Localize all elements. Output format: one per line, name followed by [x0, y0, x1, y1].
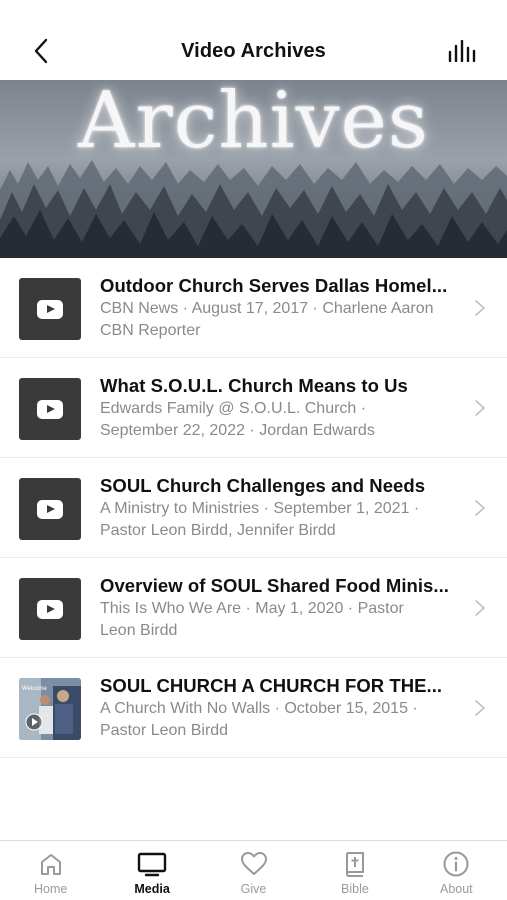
- tab-label: About: [439, 882, 473, 896]
- audio-button[interactable]: [445, 36, 481, 66]
- video-title: Outdoor Church Serves Dallas Homel...: [100, 275, 448, 296]
- svg-text:Welcome: Welcome: [22, 686, 48, 692]
- status-bar: [0, 0, 507, 22]
- tab-bar: Home Media Give Bible About: [0, 840, 507, 900]
- tab-media[interactable]: Media: [101, 841, 202, 900]
- video-title: What S.O.U.L. Church Means to Us: [100, 375, 408, 396]
- heart-icon: [239, 850, 269, 878]
- tab-label: Media: [134, 882, 170, 896]
- hero-banner: Archives: [0, 80, 507, 258]
- home-icon: [36, 850, 66, 878]
- tab-label: Home: [34, 882, 68, 896]
- play-icon: [37, 399, 63, 419]
- chevron-left-icon: [34, 38, 48, 64]
- video-title: SOUL Church Challenges and Needs: [100, 475, 426, 496]
- page-title: Video Archives: [181, 39, 326, 62]
- tv-icon: [137, 850, 167, 878]
- tab-label: Give: [240, 882, 267, 896]
- video-meta-line1: A Church With No Walls · October 15, 201…: [100, 700, 418, 717]
- video-meta-line1: A Ministry to Ministries · September 1, …: [100, 500, 420, 517]
- bible-icon: [340, 850, 370, 878]
- info-icon: [441, 850, 471, 878]
- chevron-right-icon: [475, 500, 485, 516]
- video-meta-line2: Pastor Leon Birdd, Jennifer Birdd: [100, 522, 336, 539]
- video-meta-line1: This Is Who We Are · May 1, 2020 · Pasto…: [100, 600, 404, 617]
- chevron-right-icon: [475, 600, 485, 616]
- hero-title: Archives: [78, 80, 429, 166]
- video-meta-line2: Leon Birdd: [100, 622, 178, 639]
- video-title: SOUL CHURCH A CHURCH FOR THE...: [100, 675, 443, 696]
- video-list: Outdoor Church Serves Dallas Homel... CB…: [0, 258, 507, 758]
- play-icon: [37, 499, 63, 519]
- video-thumbnail: [19, 378, 81, 440]
- chevron-right-icon: [475, 300, 485, 316]
- back-button[interactable]: [26, 36, 56, 66]
- audio-bars-icon: [448, 40, 476, 62]
- play-icon: [37, 299, 63, 319]
- tab-give[interactable]: Give: [203, 841, 304, 900]
- list-item[interactable]: Overview of SOUL Shared Food Minis... Th…: [0, 558, 507, 658]
- video-meta-line1: CBN News · August 17, 2017 · Charlene Aa…: [100, 300, 434, 317]
- list-item[interactable]: What S.O.U.L. Church Means to Us Edwards…: [0, 358, 507, 458]
- video-meta-line2: September 22, 2022 · Jordan Edwards: [100, 422, 375, 439]
- video-meta-line2: Pastor Leon Birdd: [100, 722, 229, 739]
- navigation-bar: Video Archives: [0, 22, 507, 80]
- video-thumbnail: [19, 278, 81, 340]
- list-item[interactable]: Welcome SOUL CHURCH A CHURCH FOR THE... …: [0, 658, 507, 758]
- video-meta-line1: Edwards Family @ S.O.U.L. Church ·: [100, 400, 367, 417]
- chevron-right-icon: [475, 700, 485, 716]
- video-thumbnail: [19, 578, 81, 640]
- tab-label: Bible: [341, 882, 369, 896]
- video-meta-line2: CBN Reporter: [100, 322, 201, 339]
- tab-about[interactable]: About: [406, 841, 507, 900]
- video-thumbnail: [19, 478, 81, 540]
- tab-bible[interactable]: Bible: [304, 841, 405, 900]
- tab-home[interactable]: Home: [0, 841, 101, 900]
- play-icon: [37, 599, 63, 619]
- chevron-right-icon: [475, 400, 485, 416]
- church-photo-image: Welcome: [19, 678, 81, 740]
- list-item[interactable]: SOUL Church Challenges and Needs A Minis…: [0, 458, 507, 558]
- video-thumbnail-photo: Welcome: [19, 678, 81, 740]
- video-title: Overview of SOUL Shared Food Minis...: [100, 575, 449, 596]
- list-item[interactable]: Outdoor Church Serves Dallas Homel... CB…: [0, 258, 507, 358]
